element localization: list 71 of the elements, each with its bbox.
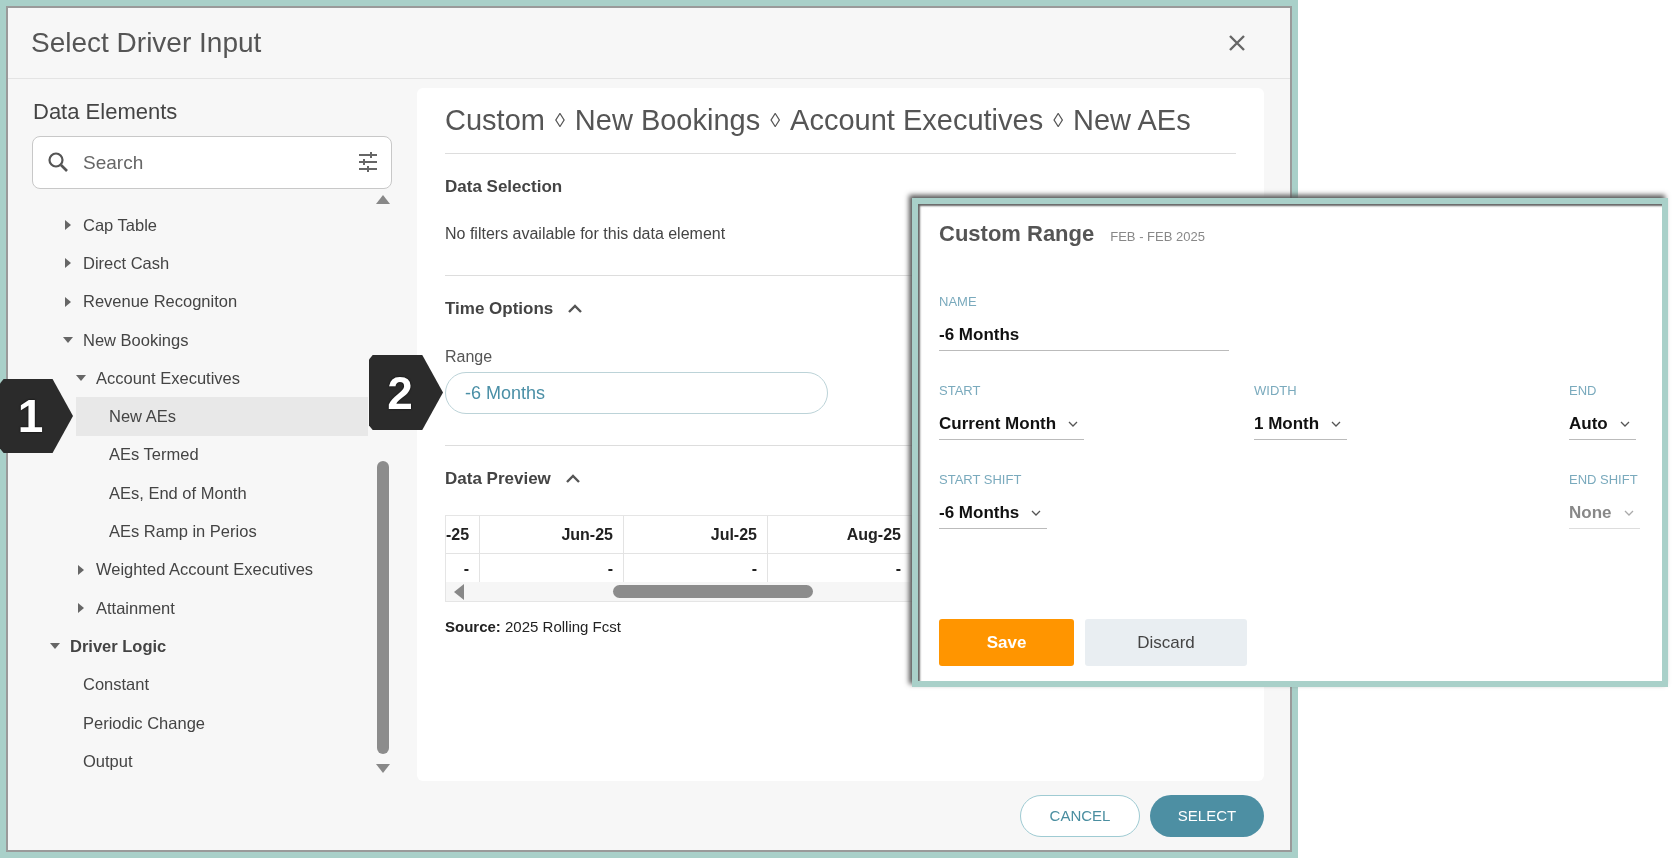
select-button[interactable]: SELECT [1150,794,1264,837]
breadcrumb-separator: ◊ [1053,108,1064,133]
field-label: NAME [939,294,978,310]
scroll-down-icon[interactable] [376,764,390,773]
scrollbar-thumb[interactable] [377,461,389,754]
caret-down-icon[interactable] [76,375,86,382]
dropdown[interactable]: 1 Month [1254,412,1348,440]
caret-right-icon[interactable] [65,258,71,269]
info-message: No filters available for this data element [445,224,726,244]
tree-item[interactable]: Output [63,742,139,781]
period-label: FEB - FEB 2025 [1110,228,1205,246]
tree-item[interactable]: Attainment [76,588,181,628]
dropdown[interactable]: Current Month [939,412,1085,440]
dropdown[interactable]: -6 Months [939,501,1048,529]
caret-down-icon[interactable] [63,337,73,344]
field-label: START [939,383,982,399]
breadcrumb-separator: ◊ [554,108,565,133]
tree-item[interactable]: Cap Table [63,206,163,245]
column-header: Jul-25 [624,516,768,554]
chevron-down-icon [1068,421,1079,427]
cancel-button[interactable]: CANCEL [1020,794,1140,837]
caret-right-icon[interactable] [65,296,71,307]
column-header: Jun-25 [480,516,624,554]
caret-right-icon[interactable] [78,564,84,575]
panel-heading: Data Elements [32,98,179,125]
popup-title: Custom Range [939,220,1095,248]
tree-item[interactable]: Periodic Change [63,703,211,743]
scrollbar-thumb[interactable] [613,585,813,598]
breadcrumb-item: New Bookings [574,103,761,137]
field-label: START SHIFT [939,472,1023,488]
tree-item[interactable]: New AEs [76,397,368,436]
breadcrumb-separator: ◊ [770,108,781,133]
field-label: WIDTH [1254,383,1298,399]
tree-item[interactable]: Constant [63,665,156,704]
tree-item[interactable]: New Bookings [63,320,195,360]
section-title: Time Options [445,299,554,319]
breadcrumb-item: Custom [445,103,545,137]
caret-right-icon[interactable] [65,220,71,231]
tree-item[interactable]: Driver Logic [50,627,173,666]
source-note: Source: 2025 Rolling Fcst [445,618,622,635]
breadcrumb-item: New AEs [1073,103,1191,137]
tree-item[interactable]: AEs Termed [89,435,205,475]
scroll-up-icon[interactable] [376,195,390,204]
tree-item[interactable]: AEs, End of Month [89,474,253,513]
tree-item[interactable]: Account Executives [76,359,246,398]
chevron-down-icon [1619,421,1630,427]
section-title: Data Selection [445,177,563,197]
field-label: END [1569,383,1598,399]
section-title: Data Preview [445,469,551,489]
column-header: -25 [446,516,480,554]
dropdown[interactable]: Auto [1569,412,1636,440]
field-label: Range [445,347,494,367]
window-title: Select Driver Input [31,27,262,59]
tree-item[interactable]: Weighted Account Executives [76,550,320,589]
search-icon [46,150,70,174]
chevron-down-icon [1031,510,1042,516]
scroll-left-icon[interactable] [454,584,464,600]
tree-item[interactable]: AEs Ramp in Perios [89,512,263,551]
caret-right-icon[interactable] [78,603,84,614]
chevron-down-icon [1331,421,1342,427]
caret-down-icon[interactable] [50,643,60,650]
name-field[interactable]: -6 Months [939,323,1229,351]
tree-item[interactable]: Direct Cash [63,244,176,283]
search-field[interactable]: Search [32,136,392,189]
filter-icon[interactable] [356,150,380,174]
tree-item[interactable]: Revenue Recogniton [63,282,244,321]
close-icon[interactable] [1228,34,1246,52]
field-label: END SHIFT [1569,472,1639,488]
discard-button[interactable]: Discard [1085,619,1247,666]
breadcrumb-item: Account Executives [790,103,1044,137]
chevron-down-icon [1623,510,1634,516]
